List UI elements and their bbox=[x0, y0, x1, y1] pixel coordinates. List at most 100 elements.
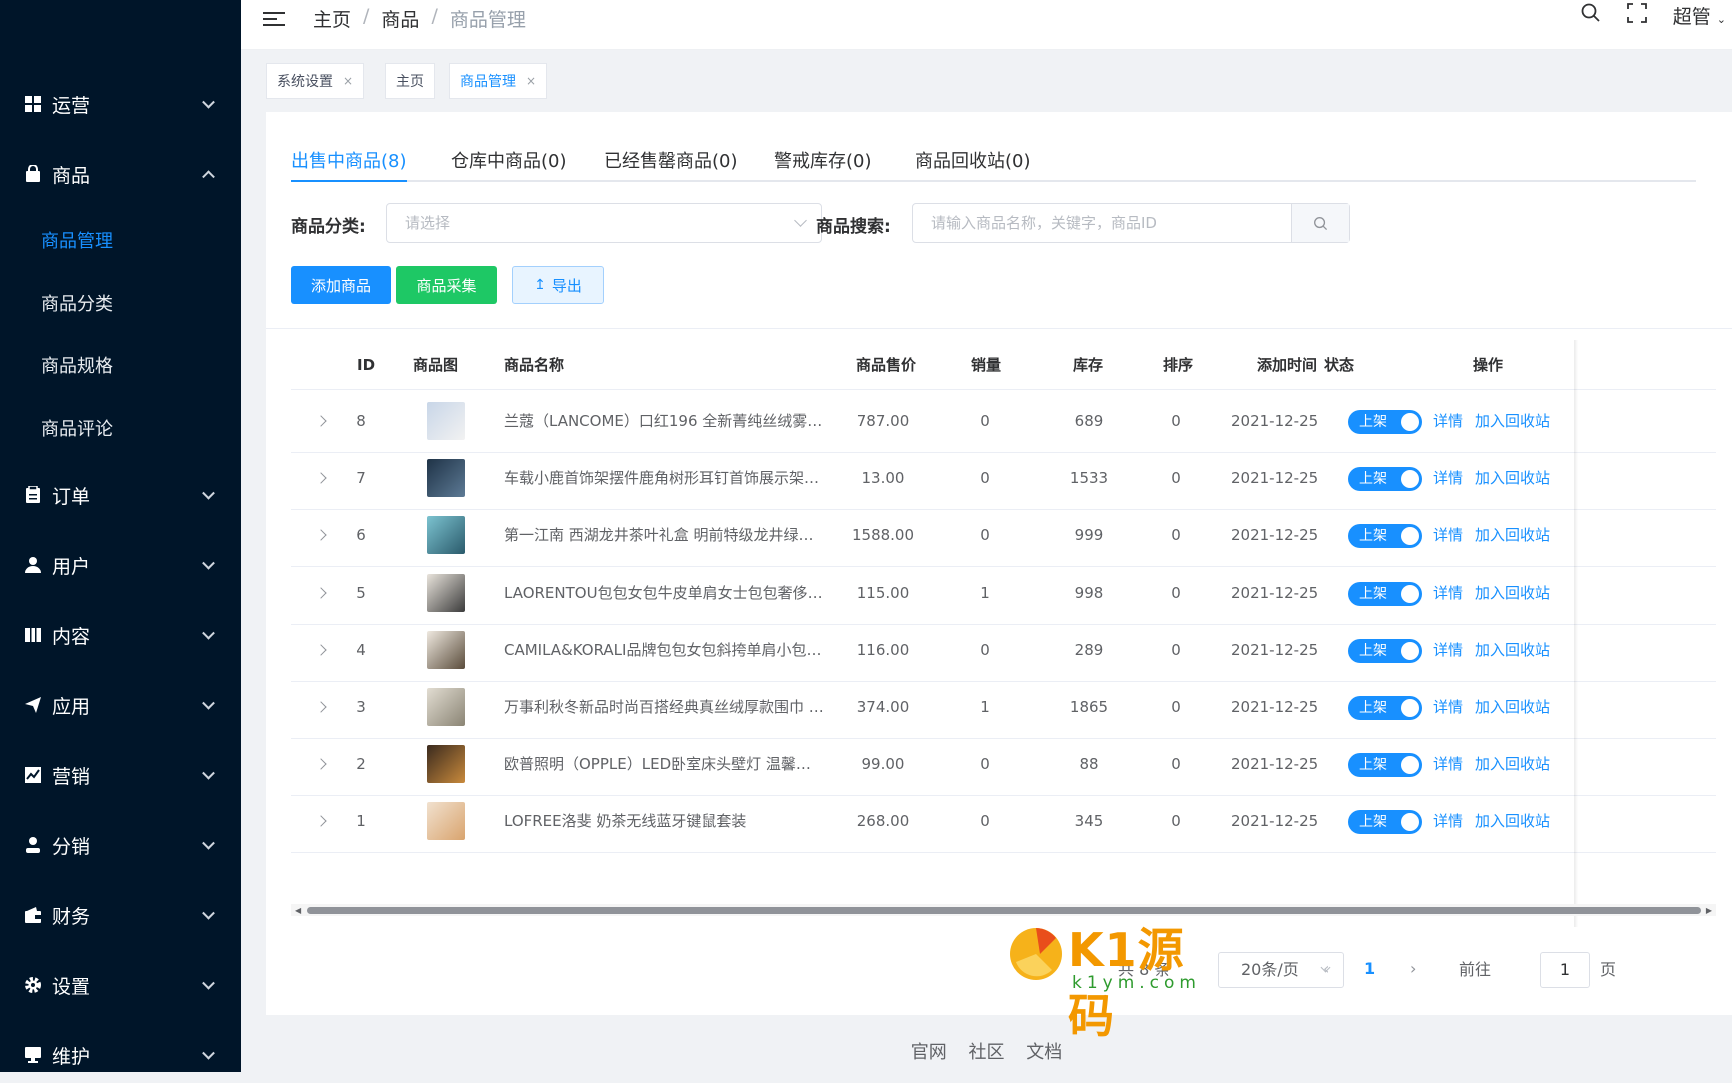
product-thumbnail[interactable] bbox=[427, 573, 465, 612]
status-label: 上架 bbox=[1359, 414, 1387, 430]
user-menu[interactable]: 超管 ⌄ bbox=[1673, 2, 1732, 29]
sidebar-item-operations[interactable]: 运营 bbox=[0, 76, 241, 132]
collect-product-button[interactable]: 商品采集 bbox=[396, 266, 497, 304]
product-thumbnail[interactable] bbox=[427, 802, 465, 841]
sidebar-subitem-product-management[interactable]: 商品管理 bbox=[0, 212, 241, 268]
search-input[interactable]: 请输入商品名称，关键字，商品ID bbox=[912, 203, 1350, 243]
category-select[interactable]: 请选择 bbox=[386, 203, 822, 243]
recycle-link[interactable]: 加入回收站 bbox=[1475, 562, 1550, 625]
cell-time: 2021-12-25 1 bbox=[1231, 583, 1317, 602]
sidebar-item-maintenance[interactable]: 维护 bbox=[0, 1027, 241, 1083]
detail-link[interactable]: 详情 bbox=[1433, 562, 1463, 625]
scrollbar-thumb[interactable] bbox=[307, 907, 1701, 914]
status-toggle[interactable]: 上架 bbox=[1348, 753, 1422, 778]
cell-time: 2021-12-25 1 bbox=[1231, 526, 1317, 545]
footer-link-community[interactable]: 社区 bbox=[969, 1042, 1005, 1063]
sidebar-subitem-product-review[interactable]: 商品评论 bbox=[0, 400, 241, 456]
recycle-link[interactable]: 加入回收站 bbox=[1475, 447, 1550, 510]
sidebar-item-users[interactable]: 用户 bbox=[0, 537, 241, 593]
status-toggle[interactable]: 上架 bbox=[1348, 696, 1422, 720]
tab-on-sale[interactable]: 出售中商品(8) bbox=[291, 144, 407, 182]
scroll-right-icon[interactable]: ▶ bbox=[1706, 906, 1712, 915]
breadcrumb-products[interactable]: 商品 bbox=[381, 5, 419, 32]
close-icon[interactable]: × bbox=[526, 74, 536, 88]
detail-link[interactable]: 详情 bbox=[1433, 447, 1463, 510]
close-icon[interactable]: × bbox=[343, 74, 353, 88]
recycle-link[interactable]: 加入回收站 bbox=[1475, 733, 1550, 796]
tag-home[interactable]: 主页 bbox=[385, 63, 435, 99]
sidebar-subitem-product-spec[interactable]: 商品规格 bbox=[0, 337, 241, 393]
tab-sold-out[interactable]: 已经售罄商品(0) bbox=[604, 144, 738, 182]
status-toggle[interactable]: 上架 bbox=[1348, 524, 1422, 549]
detail-link[interactable]: 详情 bbox=[1433, 733, 1463, 796]
cell-stock: 345 bbox=[1074, 812, 1104, 831]
col-stock: 库存 bbox=[1073, 356, 1104, 374]
expand-row-icon[interactable] bbox=[315, 758, 327, 770]
scroll-left-icon[interactable]: ◀ bbox=[295, 906, 301, 915]
product-thumbnail[interactable] bbox=[427, 459, 465, 498]
tab-recycle-bin[interactable]: 商品回收站(0) bbox=[915, 144, 1031, 182]
breadcrumb-separator: / bbox=[431, 5, 438, 27]
status-toggle[interactable]: 上架 bbox=[1348, 581, 1422, 606]
fullscreen-icon[interactable] bbox=[1626, 3, 1647, 28]
sidebar-item-finance[interactable]: 财务 bbox=[0, 887, 241, 943]
horizontal-scrollbar[interactable]: ◀ ▶ bbox=[291, 904, 1716, 916]
sidebar-item-products[interactable]: 商品 bbox=[0, 146, 241, 202]
search-icon[interactable] bbox=[1581, 3, 1601, 28]
status-toggle[interactable]: 上架 bbox=[1348, 467, 1422, 492]
recycle-link[interactable]: 加入回收站 bbox=[1475, 504, 1550, 567]
add-product-button[interactable]: 添加商品 bbox=[291, 266, 391, 304]
expand-row-icon[interactable] bbox=[315, 586, 327, 599]
page-number-current[interactable]: 1 bbox=[1364, 950, 1375, 986]
expand-row-icon[interactable] bbox=[315, 415, 327, 427]
table-row: 8 兰蔻（LANCOME）口红196 全新菁纯丝绒雾面唇… 787.00 0 689 0 2… bbox=[291, 390, 1716, 453]
chevron-down-icon bbox=[202, 486, 215, 500]
sidebar-item-marketing[interactable]: 营销 bbox=[0, 747, 241, 803]
goto-page-input[interactable]: 1 bbox=[1540, 952, 1590, 988]
product-thumbnail[interactable] bbox=[427, 688, 465, 726]
expand-row-icon[interactable] bbox=[315, 815, 327, 828]
expand-row-icon[interactable] bbox=[315, 529, 327, 542]
product-thumbnail[interactable] bbox=[427, 745, 465, 784]
detail-link[interactable]: 详情 bbox=[1433, 676, 1463, 739]
next-page-icon[interactable]: › bbox=[1410, 950, 1416, 986]
product-thumbnail[interactable] bbox=[427, 630, 465, 669]
search-button[interactable] bbox=[1291, 204, 1349, 242]
detail-link[interactable]: 详情 bbox=[1433, 790, 1463, 853]
sidebar-item-distribution[interactable]: 分销 bbox=[0, 817, 241, 873]
expand-row-icon[interactable] bbox=[315, 644, 327, 656]
main-area: 主页 / 商品 / 商品管理 超管 ⌄ 系统设置 × 主页 商品管理 × 出售中商品… bbox=[241, 0, 1732, 1072]
recycle-link[interactable]: 加入回收站 bbox=[1475, 619, 1550, 682]
col-image: 商品图 bbox=[413, 356, 459, 374]
recycle-link[interactable]: 加入回收站 bbox=[1475, 390, 1550, 453]
sidebar-item-apps[interactable]: 应用 bbox=[0, 677, 241, 733]
recycle-link[interactable]: 加入回收站 bbox=[1475, 676, 1550, 739]
sidebar-item-orders[interactable]: 订单 bbox=[0, 467, 241, 523]
sidebar-item-settings[interactable]: 设置 bbox=[0, 957, 241, 1013]
product-thumbnail[interactable] bbox=[427, 516, 465, 555]
recycle-link[interactable]: 加入回收站 bbox=[1475, 790, 1550, 853]
tab-warehouse[interactable]: 仓库中商品(0) bbox=[451, 144, 567, 182]
sidebar-item-content[interactable]: 内容 bbox=[0, 607, 241, 663]
chevron-down-icon bbox=[794, 214, 807, 227]
sidebar-item-label: 分销 bbox=[52, 835, 91, 858]
product-thumbnail[interactable] bbox=[427, 402, 465, 440]
tag-system-settings[interactable]: 系统设置 × bbox=[266, 63, 365, 99]
detail-link[interactable]: 详情 bbox=[1433, 390, 1463, 453]
status-toggle[interactable]: 上架 bbox=[1348, 810, 1422, 835]
footer-link-official[interactable]: 官网 bbox=[911, 1042, 947, 1063]
detail-link[interactable]: 详情 bbox=[1433, 619, 1463, 682]
prev-page-icon[interactable]: ‹ bbox=[1323, 950, 1329, 986]
export-button[interactable]: ↥ 导出 bbox=[512, 266, 604, 304]
expand-row-icon[interactable] bbox=[315, 701, 327, 713]
detail-link[interactable]: 详情 bbox=[1433, 504, 1463, 567]
expand-row-icon[interactable] bbox=[315, 472, 327, 484]
footer-link-docs[interactable]: 文档 bbox=[1026, 1042, 1062, 1063]
tag-product-management[interactable]: 商品管理 × bbox=[449, 63, 548, 99]
tab-stock-alert[interactable]: 警戒库存(0) bbox=[774, 144, 872, 182]
status-toggle[interactable]: 上架 bbox=[1348, 638, 1422, 663]
status-toggle[interactable]: 上架 bbox=[1348, 410, 1422, 434]
sidebar-subitem-product-category[interactable]: 商品分类 bbox=[0, 275, 241, 331]
menu-toggle-icon[interactable] bbox=[263, 8, 285, 28]
breadcrumb-home[interactable]: 主页 bbox=[313, 5, 351, 32]
